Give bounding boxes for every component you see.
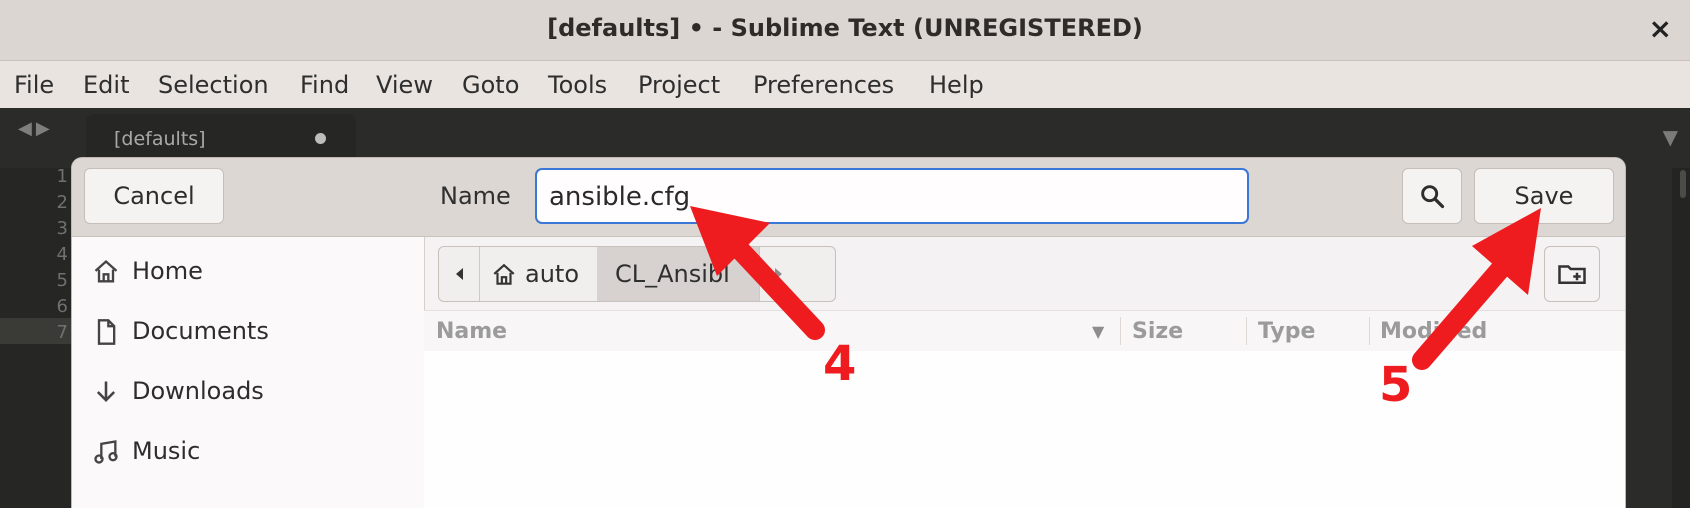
annotation-arrows — [690, 206, 1541, 370]
step-4-label: 4 — [823, 336, 857, 392]
step4-arrow — [690, 206, 825, 340]
step5-arrow — [1412, 208, 1541, 370]
step-5-label: 5 — [1379, 357, 1413, 413]
